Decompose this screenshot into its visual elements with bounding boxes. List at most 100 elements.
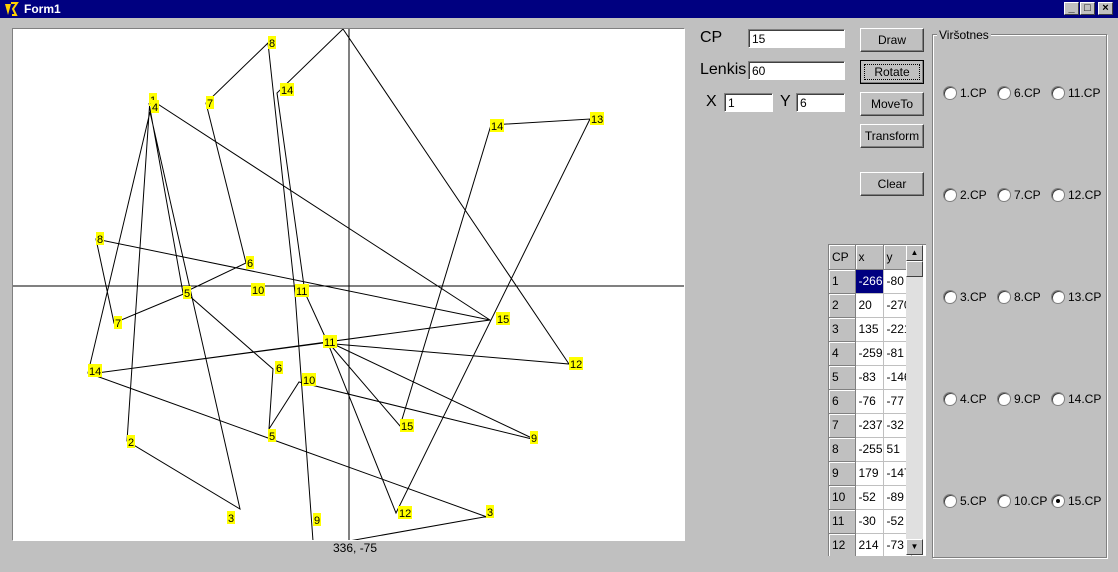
header-cp: CP [829, 245, 856, 270]
scroll-thumb[interactable] [906, 261, 923, 277]
radio-circle-icon[interactable] [943, 494, 957, 508]
draw-button[interactable]: Draw [860, 28, 924, 52]
radio-circle-icon[interactable] [943, 290, 957, 304]
vertex-label: 15 [401, 421, 413, 433]
angle-input[interactable]: 60 [748, 61, 845, 80]
x-input[interactable]: 1 [724, 93, 773, 112]
radio-circle-icon[interactable] [943, 188, 957, 202]
vertex-label: 12 [399, 508, 411, 520]
axes [13, 29, 684, 540]
vertex-label: 7 [115, 318, 121, 330]
table-cell[interactable]: 20 [855, 293, 884, 318]
table-row[interactable]: 6 -76 -77 [829, 389, 912, 414]
vertex-label: 9 [531, 433, 537, 445]
vertex-label: 6 [247, 258, 253, 270]
table-row[interactable]: 9 179 -147 [829, 461, 912, 486]
table-cell[interactable]: -255 [855, 437, 884, 462]
radio-label: 5.CP [960, 494, 987, 508]
vertex-label: 9 [314, 515, 320, 527]
clear-button[interactable]: Clear [860, 172, 924, 196]
radio-label: 2.CP [960, 188, 987, 202]
radio-circle-icon[interactable] [997, 494, 1011, 508]
radio-label: 3.CP [960, 290, 987, 304]
radio-label: 11.CP [1068, 86, 1101, 100]
vertex-label: 14 [281, 85, 293, 97]
table-cell[interactable]: -76 [855, 389, 884, 414]
radio-circle-icon[interactable] [1051, 86, 1065, 100]
table-row[interactable]: 10 -52 -89 [829, 485, 912, 510]
groupbox-caption: Viršotnes [937, 28, 991, 42]
vertex-label: 8 [269, 38, 275, 50]
window-title: Form1 [24, 2, 61, 16]
table-cell[interactable]: -237 [855, 413, 884, 438]
vertex-label: 5 [269, 431, 275, 443]
radio-label: 12.CP [1068, 188, 1102, 202]
radio-label: 14.CP [1068, 392, 1102, 406]
table-row[interactable]: 4 -259 -81 [829, 341, 912, 366]
table-cell[interactable]: -83 [855, 365, 884, 390]
x-label: X [706, 93, 717, 110]
y-label: Y [780, 93, 791, 110]
radio-circle-icon[interactable] [997, 188, 1011, 202]
y-input[interactable]: 6 [796, 93, 845, 112]
scroll-down-icon[interactable]: ▼ [906, 539, 923, 555]
table-row[interactable]: 1 -266 -80 [829, 269, 912, 294]
radio-circle-icon[interactable] [943, 392, 957, 406]
vertex-label: 15 [497, 314, 509, 326]
radio-circle-icon[interactable] [997, 86, 1011, 100]
close-button[interactable]: × [1098, 2, 1113, 15]
table-row[interactable]: 3 135 -221 [829, 317, 912, 342]
radio-circle-icon[interactable] [997, 392, 1011, 406]
drawing-canvas[interactable]: 814714651011141387151112146105159239123 [12, 28, 685, 541]
radio-label: 1.CP [960, 86, 987, 100]
table-row[interactable]: 7 -237 -32 [829, 413, 912, 438]
header-x: x [855, 245, 884, 270]
table-row[interactable]: 2 20 -270 [829, 293, 912, 318]
radio-circle-icon[interactable] [1051, 290, 1065, 304]
rotate-button[interactable]: Rotate [860, 60, 924, 84]
vertex-label: 6 [276, 363, 282, 375]
row-header-cell: 6 [829, 389, 856, 414]
radio-label: 8.CP [1014, 290, 1041, 304]
table-row[interactable]: 8 -255 51 [829, 437, 912, 462]
scroll-up-icon[interactable]: ▲ [906, 245, 923, 261]
row-header-cell: 4 [829, 341, 856, 366]
table-row[interactable]: 12 214 -73 [829, 533, 912, 556]
radio-circle-icon[interactable] [943, 86, 957, 100]
table-cell[interactable]: -259 [855, 341, 884, 366]
row-header-cell: 5 [829, 365, 856, 390]
row-header-cell: 2 [829, 293, 856, 318]
row-header-cell: 9 [829, 461, 856, 486]
vertex-label: 4 [152, 102, 158, 114]
table-row[interactable]: 11 -30 -52 [829, 509, 912, 534]
transform-button[interactable]: Transform [860, 124, 924, 148]
moveto-button[interactable]: MoveTo [860, 92, 924, 116]
radio-circle-icon[interactable] [1051, 494, 1065, 508]
radio-circle-icon[interactable] [997, 290, 1011, 304]
vertex-label: 2 [128, 437, 134, 449]
table-cell[interactable]: -30 [855, 509, 884, 534]
radio-circle-icon[interactable] [1051, 188, 1065, 202]
table-cell[interactable]: 179 [855, 461, 884, 486]
vertex-label: 3 [487, 507, 493, 519]
table-cell[interactable]: 135 [855, 317, 884, 342]
radio-label: 15.CP [1068, 494, 1102, 508]
cp-input[interactable]: 15 [748, 29, 845, 48]
table-cell[interactable]: 214 [855, 533, 884, 556]
table-scrollbar[interactable]: ▲ ▼ [906, 245, 923, 555]
radio-label: 6.CP [1014, 86, 1041, 100]
radio-label: 13.CP [1068, 290, 1102, 304]
table-cell[interactable]: -266 [855, 269, 884, 294]
table-cell[interactable]: -52 [855, 485, 884, 510]
vertex-label: 13 [591, 114, 603, 126]
row-header-cell: 7 [829, 413, 856, 438]
minimize-button[interactable]: _ [1064, 2, 1079, 15]
maximize-button[interactable]: □ [1080, 2, 1095, 15]
vertex-label: 11 [296, 286, 307, 298]
vertex-label: 8 [97, 234, 103, 246]
table-row[interactable]: 5 -83 -146 [829, 365, 912, 390]
row-header-cell: 8 [829, 437, 856, 462]
vertex-label: 5 [184, 288, 190, 300]
radio-circle-icon[interactable] [1051, 392, 1065, 406]
row-header-cell: 3 [829, 317, 856, 342]
